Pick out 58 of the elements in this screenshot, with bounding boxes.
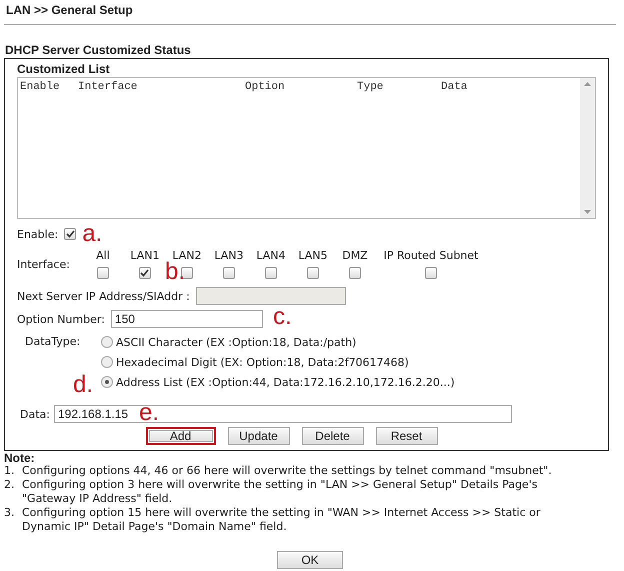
annotation: d. (73, 375, 94, 395)
data-type-label: DataType: (24, 335, 82, 348)
scroll-down-icon[interactable] (584, 210, 591, 214)
ok-button[interactable]: OK (277, 551, 343, 569)
column-header: Interface (78, 81, 138, 93)
annotation: a. (82, 224, 102, 244)
page-title: LAN >> General Setup (5, 3, 134, 18)
interface-label: Interface: (17, 258, 70, 270)
note-text: Configuring options 44, 46 or 66 here will overwrite the settings by telnet command "msubnet". (22, 464, 552, 478)
action-button[interactable]: Reset (376, 427, 438, 445)
action-button[interactable]: Add (146, 427, 216, 445)
interface-checkbox[interactable] (96, 267, 109, 279)
annotation: e. (139, 403, 160, 423)
column-header: Data (441, 81, 468, 93)
action-button[interactable]: Delete (302, 427, 364, 445)
interface-option-label: LAN3 (214, 249, 244, 262)
next-server-label: Next Server IP Address/SIAddr : (17, 290, 190, 302)
note-number: 1. (4, 464, 16, 478)
data-type-option: Hexadecimal Digit (EX: Option:18, Data:2f70617468) (116, 356, 409, 368)
column-header: Option (245, 81, 286, 93)
action-button[interactable]: Update (228, 427, 290, 445)
data-type-radio[interactable] (101, 336, 113, 348)
enable-checkbox[interactable] (64, 228, 76, 240)
interface-checkbox[interactable] (424, 267, 437, 279)
enable-label: Enable: (17, 228, 58, 240)
interface-option-label: DMZ (342, 249, 368, 262)
data-label: Data: (19, 408, 50, 420)
note-number: 2. (4, 478, 16, 493)
column-header: Enable (20, 81, 61, 93)
interface-option-label: LAN5 (298, 249, 328, 262)
note-number: 3. (4, 506, 16, 521)
interface-checkbox[interactable] (264, 267, 277, 279)
interface-checkbox[interactable] (348, 267, 361, 279)
scroll-up-icon[interactable] (584, 82, 591, 86)
data-type-radio[interactable] (101, 356, 113, 368)
interface-option-label: LAN2 (172, 249, 202, 262)
interface-checkbox[interactable] (306, 267, 319, 279)
interface-checkbox[interactable] (222, 267, 235, 279)
interface-option-label: LAN1 (130, 249, 160, 262)
list-title: Customized List (17, 62, 111, 77)
annotation: c. (273, 307, 292, 327)
note-text: Configuring option 15 here will overwrite the setting in "WAN >> Internet Access >> Static or Dynamic IP" Detail Page's "Domain Name" field. (22, 506, 542, 534)
annotation: b. (165, 262, 186, 282)
interface-option-label: IP Routed Subnet (384, 249, 478, 262)
interface-option-label: LAN4 (256, 249, 286, 262)
interface-option-label: All (96, 249, 110, 262)
interface-checkbox[interactable] (138, 267, 151, 279)
note-title: Note: (4, 451, 36, 464)
data-type-option: Address List (EX :Option:44, Data:172.16.2.10,172.16.2.20...) (116, 376, 455, 388)
note-text: Configuring option 3 here will overwrite the setting in "LAN >> General Setup" Details Page's "Gateway IP Address" field. (22, 478, 538, 506)
option-number-field[interactable]: 150 (110, 310, 263, 328)
section-title: DHCP Server Customized Status (4, 43, 192, 58)
option-number-label: Option Number: (17, 312, 105, 326)
customized-list[interactable]: Enable Interface Option Type Data (17, 77, 596, 219)
column-header: Type (357, 81, 384, 93)
data-type-radio[interactable] (101, 376, 113, 388)
data-type-option: ASCII Character (EX :Option:18, Data:/path) (116, 336, 356, 348)
scrollbar[interactable] (580, 78, 595, 218)
